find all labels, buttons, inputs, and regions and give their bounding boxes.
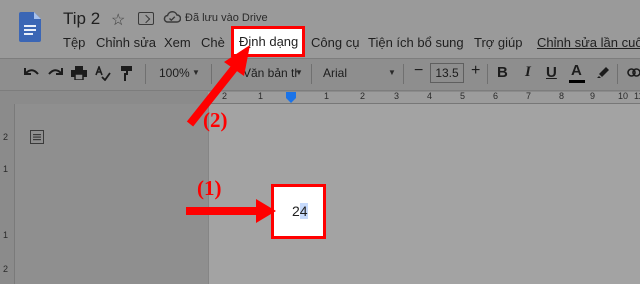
print-icon[interactable] bbox=[71, 66, 87, 80]
ruler-label: 5 bbox=[460, 91, 466, 101]
menu-help[interactable]: Trợ giúp bbox=[474, 35, 523, 50]
font-size-input[interactable]: 13.5 bbox=[430, 63, 464, 83]
indent-marker[interactable] bbox=[286, 92, 296, 103]
toolbar-divider bbox=[403, 64, 404, 84]
document-title[interactable]: Tip 2 bbox=[63, 9, 100, 29]
saved-status: Đã lưu vào Drive bbox=[185, 12, 268, 24]
docs-logo-icon[interactable] bbox=[19, 12, 41, 42]
paragraph-style-select[interactable]: Văn bản th... bbox=[243, 66, 297, 80]
decrease-font-size-button[interactable]: − bbox=[414, 62, 423, 80]
ruler-label: 2 bbox=[222, 91, 228, 101]
ruler-label: 2 bbox=[3, 264, 9, 274]
menu-insert[interactable]: Chè bbox=[201, 35, 225, 50]
font-select[interactable]: Arial bbox=[323, 66, 347, 80]
toolbar-divider bbox=[145, 64, 146, 84]
italic-button[interactable]: I bbox=[525, 64, 531, 81]
underline-button[interactable]: U bbox=[546, 64, 557, 81]
ruler-label: 7 bbox=[526, 91, 532, 101]
ruler-label: 1 bbox=[3, 164, 9, 174]
cloud-saved-icon[interactable] bbox=[163, 10, 181, 24]
ruler-label: 2 bbox=[360, 91, 366, 101]
selected-text: 4 bbox=[299, 203, 308, 219]
text-color-button[interactable]: A bbox=[571, 62, 582, 79]
step-1-label: (1) bbox=[197, 176, 222, 200]
ruler-label: 2 bbox=[3, 132, 9, 142]
increase-font-size-button[interactable]: + bbox=[471, 62, 480, 80]
zoom-select[interactable]: 100% bbox=[159, 66, 190, 80]
menu-tools[interactable]: Công cụ bbox=[311, 35, 359, 50]
vertical-ruler: 2 1 1 2 bbox=[0, 104, 15, 284]
horizontal-ruler[interactable]: 2 1 1 2 3 4 5 6 7 8 9 10 11 bbox=[208, 91, 640, 104]
cell-text[interactable]: 24 bbox=[292, 203, 308, 219]
ruler-label: 11 bbox=[634, 91, 640, 101]
cell-text-plain: 2 bbox=[292, 203, 300, 219]
ruler-label: 9 bbox=[590, 91, 596, 101]
menu-addons[interactable]: Tiện ích bổ sung bbox=[368, 35, 464, 50]
menu-edit[interactable]: Chỉnh sửa bbox=[96, 35, 156, 50]
menu-view[interactable]: Xem bbox=[164, 35, 191, 50]
ruler-label: 1 bbox=[3, 230, 9, 240]
ruler-label: 8 bbox=[559, 91, 565, 101]
ruler-label: 3 bbox=[394, 91, 400, 101]
ruler-label: 1 bbox=[258, 91, 264, 101]
highlight-pen-icon[interactable] bbox=[596, 65, 610, 79]
star-icon[interactable]: ☆ bbox=[111, 10, 125, 30]
bold-button[interactable]: B bbox=[497, 64, 508, 81]
toolbar-divider bbox=[617, 64, 618, 84]
menu-format[interactable]: Định dạng bbox=[239, 34, 298, 49]
move-folder-icon[interactable] bbox=[138, 12, 154, 25]
chevron-down-icon[interactable]: ▼ bbox=[295, 68, 303, 77]
chevron-down-icon[interactable]: ▼ bbox=[388, 68, 396, 77]
ruler-label: 1 bbox=[324, 91, 330, 101]
ruler-label: 6 bbox=[493, 91, 499, 101]
paint-format-icon[interactable] bbox=[121, 66, 133, 81]
link-icon[interactable] bbox=[627, 68, 640, 77]
step-2-label: (2) bbox=[203, 108, 228, 132]
document-outline-icon[interactable] bbox=[30, 130, 44, 144]
toolbar-divider bbox=[487, 64, 488, 84]
spellcheck-icon[interactable] bbox=[95, 66, 111, 81]
toolbar-divider bbox=[211, 64, 212, 84]
undo-icon[interactable] bbox=[24, 67, 40, 79]
text-color-swatch bbox=[569, 80, 585, 83]
toolbar-divider bbox=[311, 64, 312, 84]
ruler-label: 10 bbox=[618, 91, 629, 101]
redo-icon[interactable] bbox=[47, 67, 63, 79]
ruler-label: 4 bbox=[427, 91, 433, 101]
chevron-down-icon[interactable]: ▼ bbox=[192, 68, 200, 77]
last-edit-link[interactable]: Chỉnh sửa lần cuối bbox=[537, 35, 640, 50]
menu-file[interactable]: Tệp bbox=[63, 35, 85, 50]
